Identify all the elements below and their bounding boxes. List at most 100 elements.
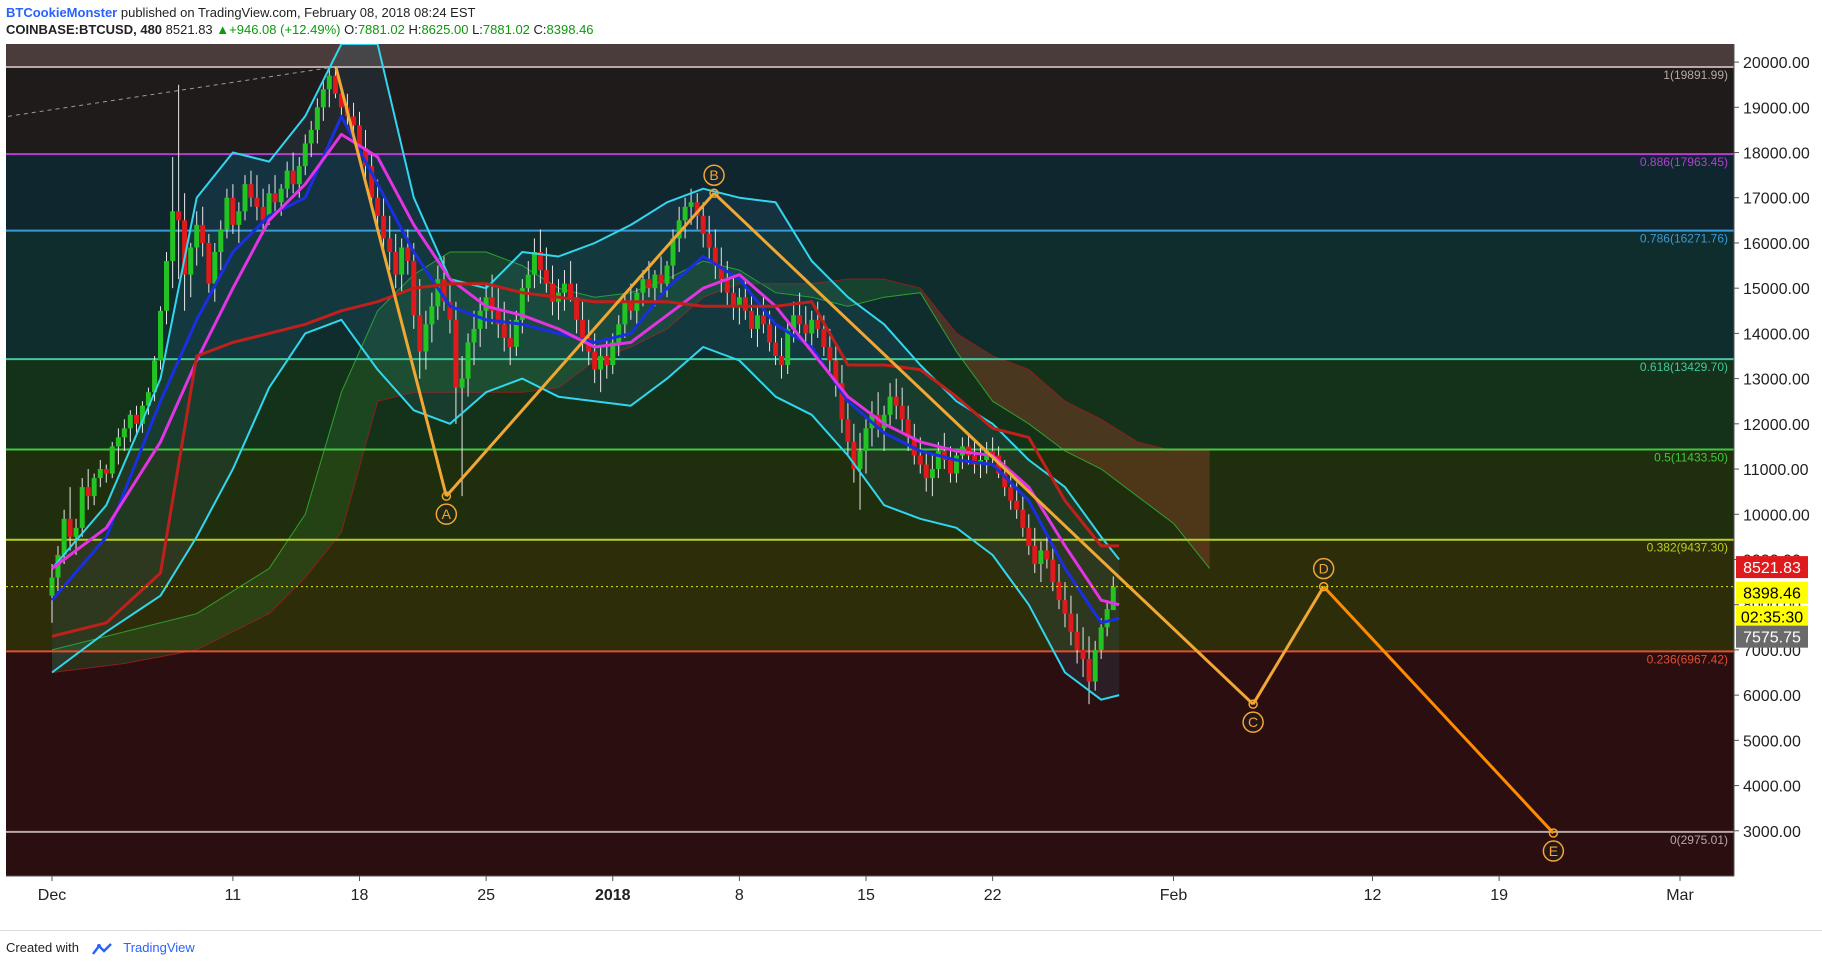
candle-body [887, 396, 893, 415]
candle-body [254, 197, 260, 207]
candle-body [387, 238, 393, 252]
candle-body [471, 328, 477, 343]
y-tick-label: 15000.00 [1743, 281, 1810, 298]
candle-body [1104, 609, 1110, 628]
candle-body [248, 184, 254, 198]
x-tick-label: 22 [984, 887, 1002, 904]
candle-body [133, 414, 139, 424]
candle-body [845, 419, 851, 442]
last-price: 8521.83 [165, 22, 213, 37]
candle-body [947, 460, 953, 474]
candle-body [164, 261, 170, 311]
fib-label: 0.236(6967.42) [1647, 652, 1728, 666]
candle-body [1068, 613, 1074, 632]
candle-body [1044, 550, 1050, 560]
open-value: 7881.02 [357, 22, 405, 37]
candle-body [561, 283, 567, 293]
price-chart[interactable]: 1(19891.99) 0.886(17963.45) 0.786(16271.76… [0, 43, 1822, 930]
candle-body [170, 211, 176, 262]
candle-body [779, 356, 785, 366]
candle-body [230, 197, 236, 225]
candle-body [580, 319, 586, 338]
candle-body [1110, 586, 1116, 611]
candle-body [91, 478, 97, 497]
tradingview-logo-icon[interactable] [91, 942, 113, 956]
candle-body [459, 378, 465, 388]
candle-body [917, 455, 923, 465]
candle-body [568, 283, 574, 298]
header-line-quote: COINBASE:BTCUSD, 480 8521.83 ▲+946.08 (+… [6, 22, 594, 37]
candle-body [1014, 500, 1020, 510]
x-tick-label: 12 [1364, 887, 1382, 904]
candle-body [381, 215, 387, 239]
x-tick-label: 2018 [595, 887, 631, 904]
candle-body [754, 315, 760, 329]
tradingview-brand[interactable]: TradingView [123, 940, 195, 955]
candle-body [284, 170, 290, 189]
symbol-name[interactable]: COINBASE:BTCUSD, 480 [6, 22, 162, 37]
candle-body [646, 279, 652, 289]
candle-body [1098, 627, 1104, 650]
candle-body [821, 328, 827, 347]
candle-body [700, 215, 706, 234]
fib-zone [6, 651, 1734, 832]
candle-body [748, 310, 754, 329]
candle-body [224, 197, 230, 230]
candle-body [405, 247, 411, 262]
chart-container[interactable]: 1(19891.99) 0.886(17963.45) 0.786(16271.76… [0, 43, 1822, 930]
candle-body [212, 252, 218, 284]
candle-body [115, 437, 121, 447]
fib-zone [6, 831, 1734, 876]
candle-body [417, 315, 423, 352]
candle-body [767, 324, 773, 343]
candle-body [308, 129, 314, 144]
candle-body [272, 193, 278, 203]
candle-body [863, 428, 869, 451]
high-label: H: [408, 22, 422, 37]
candle-body [543, 270, 549, 284]
candle-body [194, 224, 200, 248]
candle-body [1050, 559, 1056, 583]
y-tick-label: 17000.00 [1743, 191, 1810, 208]
candle-body [290, 170, 296, 185]
candle-body [320, 89, 326, 108]
candle-body [815, 319, 821, 329]
y-axis-bg [1734, 44, 1822, 930]
wave-label-e: E [1549, 843, 1558, 859]
candle-body [242, 184, 248, 212]
wave-label-d: D [1319, 561, 1329, 577]
candle-body [109, 446, 115, 474]
candle-body [652, 274, 658, 289]
created-label: Created with [6, 940, 79, 955]
candle-body [827, 346, 833, 361]
candle-body [73, 527, 79, 537]
candle-body [1032, 545, 1038, 564]
candle-body [278, 188, 284, 203]
candle-body [658, 274, 664, 284]
candle-body [525, 274, 531, 289]
candle-body [797, 315, 803, 325]
candle-body [188, 247, 194, 275]
candle-body [809, 319, 815, 334]
candle-body [97, 469, 103, 479]
candle-body [682, 206, 688, 221]
candle-body [1062, 600, 1068, 614]
candle-body [730, 292, 736, 307]
price-tag-other: 7575.75 [1743, 630, 1801, 647]
candle-body [67, 518, 73, 537]
candle-body [1074, 631, 1080, 650]
candle-body [206, 242, 212, 284]
fib-label: 1(19891.99) [1663, 68, 1728, 82]
candle-body [218, 229, 224, 252]
y-tick-label: 19000.00 [1743, 100, 1810, 117]
fib-label: 0.786(16271.76) [1640, 232, 1728, 246]
y-tick-label: 6000.00 [1743, 688, 1801, 705]
author-name[interactable]: BTCookieMonster [6, 5, 117, 20]
candle-body [622, 301, 628, 325]
x-tick-label: Feb [1160, 887, 1188, 904]
wave-label-c: C [1248, 714, 1258, 730]
candle-body [604, 356, 610, 366]
candle-body [399, 247, 405, 275]
candle-body [375, 197, 381, 216]
candle-body [1080, 649, 1086, 659]
